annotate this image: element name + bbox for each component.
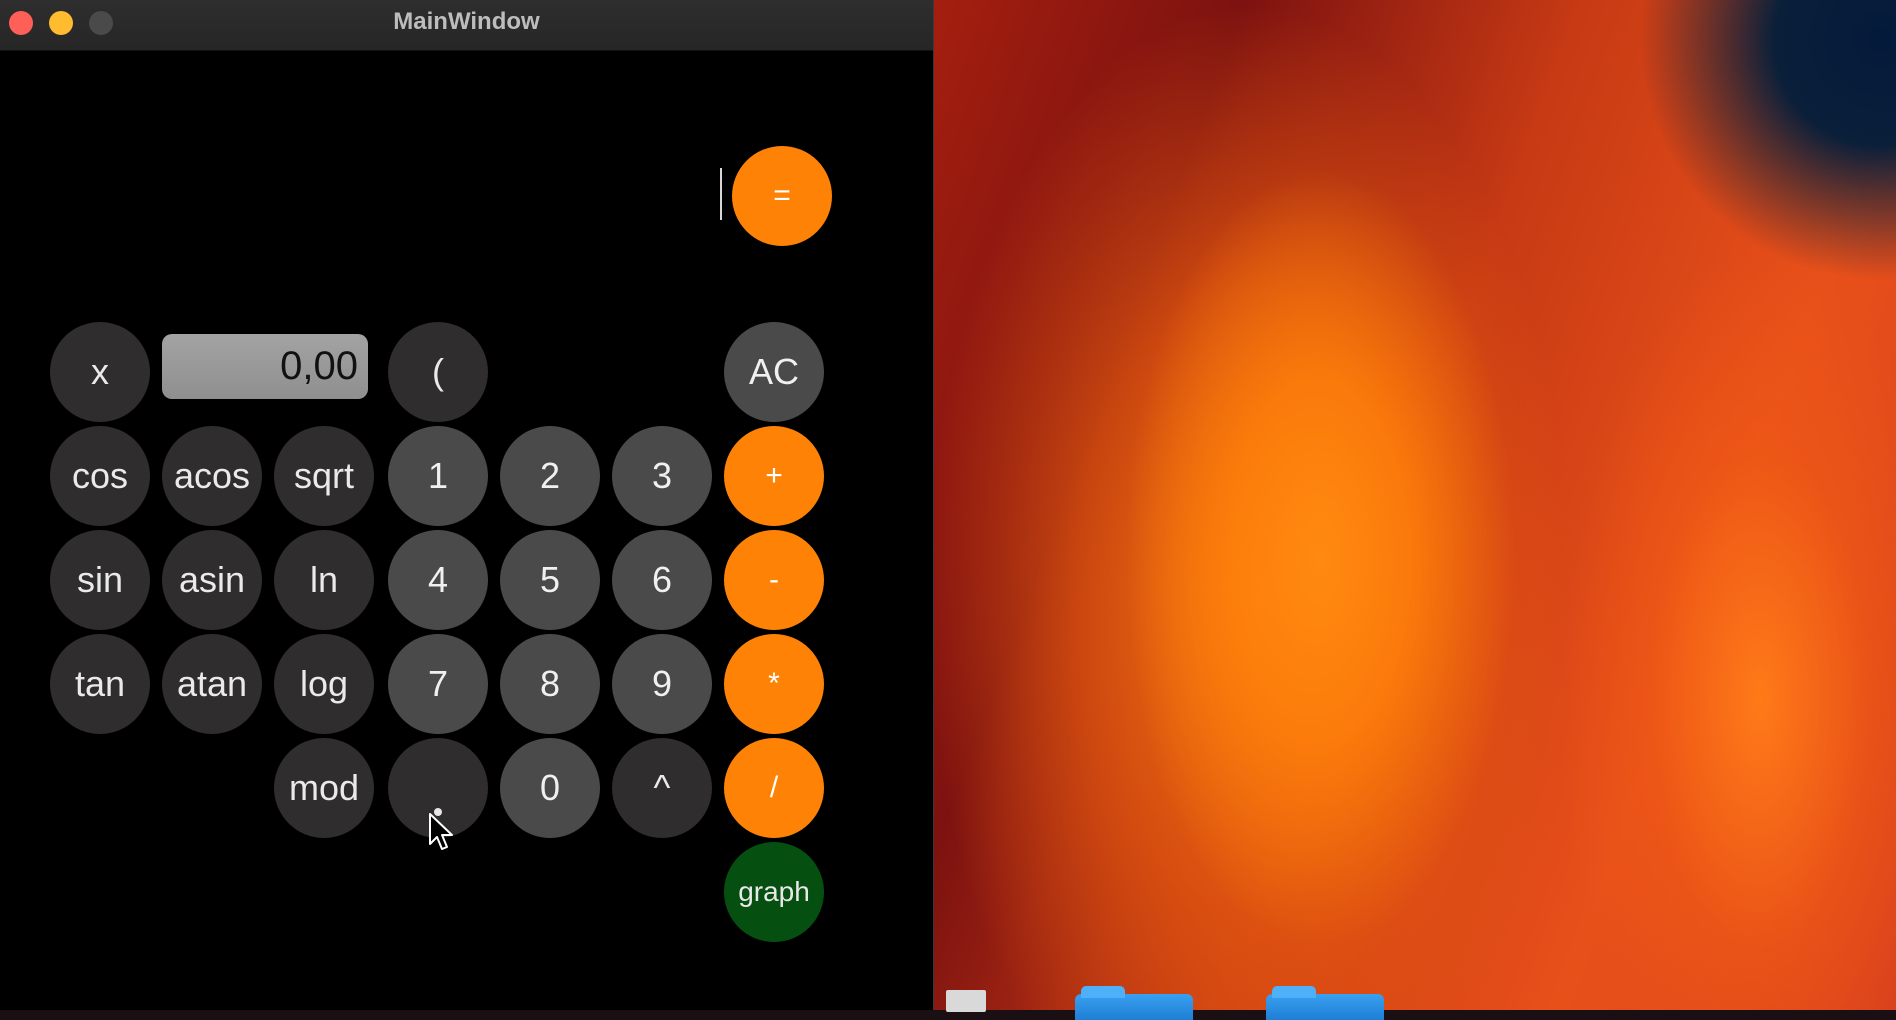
digit-0-button[interactable]: 0 (500, 738, 600, 838)
mouse-pointer-icon (429, 813, 453, 850)
desktop-document-icon[interactable] (946, 990, 986, 1012)
graph-button[interactable]: graph (724, 842, 824, 942)
atan-button[interactable]: atan (162, 634, 262, 734)
expression-input-cursor[interactable] (720, 168, 722, 220)
sqrt-button[interactable]: sqrt (274, 426, 374, 526)
x-value-field[interactable]: 0,00 (162, 334, 368, 399)
x-variable-button[interactable]: x (50, 322, 150, 422)
folder-icon[interactable] (1266, 986, 1384, 1020)
digit-9-button[interactable]: 9 (612, 634, 712, 734)
ln-button[interactable]: ln (274, 530, 374, 630)
open-paren-button[interactable]: ( (388, 322, 488, 422)
plus-button[interactable]: + (724, 426, 824, 526)
power-button[interactable]: ^ (612, 738, 712, 838)
window-title: MainWindow (393, 8, 540, 35)
digit-4-button[interactable]: 4 (388, 530, 488, 630)
title-bar[interactable]: MainWindow (0, 0, 933, 51)
sin-button[interactable]: sin (50, 530, 150, 630)
cos-button[interactable]: cos (50, 426, 150, 526)
divide-button[interactable]: / (724, 738, 824, 838)
digit-8-button[interactable]: 8 (500, 634, 600, 734)
multiply-button[interactable]: * (724, 634, 824, 734)
digit-1-button[interactable]: 1 (388, 426, 488, 526)
asin-button[interactable]: asin (162, 530, 262, 630)
mod-button[interactable]: mod (274, 738, 374, 838)
digit-7-button[interactable]: 7 (388, 634, 488, 734)
minus-button[interactable]: - (724, 530, 824, 630)
folder-icon[interactable] (1075, 986, 1193, 1020)
log-button[interactable]: log (274, 634, 374, 734)
acos-button[interactable]: acos (162, 426, 262, 526)
digit-2-button[interactable]: 2 (500, 426, 600, 526)
digit-6-button[interactable]: 6 (612, 530, 712, 630)
equals-button[interactable]: = (732, 146, 832, 246)
tan-button[interactable]: tan (50, 634, 150, 734)
calculator-window: MainWindow = x 0,00 ( AC cos acos sqrt 1… (0, 0, 934, 1010)
digit-5-button[interactable]: 5 (500, 530, 600, 630)
all-clear-button[interactable]: AC (724, 322, 824, 422)
digit-3-button[interactable]: 3 (612, 426, 712, 526)
